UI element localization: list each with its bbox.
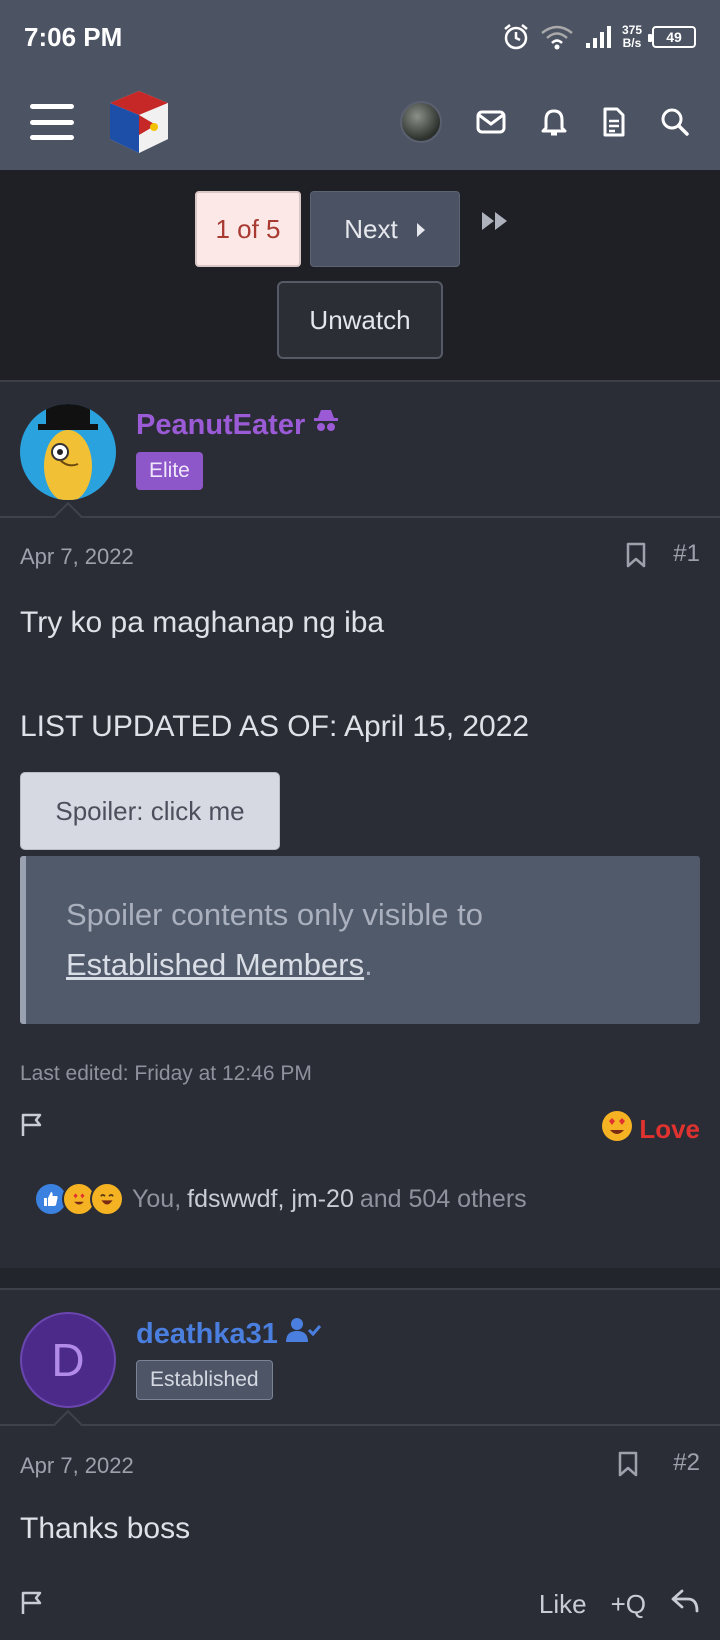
like-button[interactable]: Like (539, 1589, 587, 1620)
incognito-icon (313, 408, 339, 442)
post-1: PeanutEater Elite Apr 7, 2022 #1 Try ko … (0, 380, 720, 1268)
last-edited: Last edited: Friday at 12:46 PM (20, 1062, 312, 1085)
reactions-prefix: You, (132, 1184, 182, 1213)
signal-icon (584, 25, 612, 49)
post-text-line: Thanks boss (20, 1512, 191, 1545)
post-text-line: LIST UPDATED AS OF: April 15, 2022 (20, 710, 530, 743)
love-label: Love (639, 1114, 700, 1144)
avatar[interactable]: D (20, 1312, 116, 1408)
reactions-names[interactable]: fdswwdf, jm-20 (187, 1185, 354, 1214)
spoiler-content: Spoiler contents only visible to Establi… (20, 856, 700, 1024)
post-header: D deathka31 Established (0, 1290, 720, 1426)
post-number[interactable]: #2 (673, 1449, 700, 1477)
bookmark-icon[interactable] (626, 542, 646, 573)
post-header: PeanutEater Elite (0, 382, 720, 518)
spoiler-text: Spoiler contents only visible to (66, 897, 484, 932)
inbox-icon[interactable] (476, 110, 506, 134)
heart-eyes-emoji-icon (601, 1110, 633, 1149)
site-logo[interactable] (104, 87, 174, 157)
alarm-icon (502, 23, 530, 51)
caret-right-icon (416, 214, 426, 245)
bell-icon[interactable] (540, 107, 568, 137)
established-members-link[interactable]: Established Members (66, 947, 364, 982)
user-badge: Established (136, 1360, 273, 1400)
post-date[interactable]: Apr 7, 2022 (20, 1453, 134, 1479)
last-page-icon[interactable] (480, 210, 510, 237)
user-avatar[interactable] (400, 101, 442, 143)
next-label: Next (344, 213, 398, 244)
post-divider (0, 1268, 720, 1288)
laugh-reaction-icon (90, 1182, 124, 1216)
status-time: 7:06 PM (24, 21, 123, 52)
pagination-area: 1 of 5 Next Unwatch (0, 170, 720, 380)
report-flag-icon[interactable] (20, 1590, 46, 1621)
bookmark-icon[interactable] (618, 1451, 638, 1482)
post-text-line: Try ko pa maghanap ng iba (20, 606, 385, 639)
spoiler-button[interactable]: Spoiler: click me (20, 772, 280, 850)
current-page-indicator[interactable]: 1 of 5 (195, 191, 301, 267)
love-reaction-button[interactable]: Love (601, 1110, 700, 1149)
top-nav (0, 74, 720, 170)
battery-icon: 49 (648, 26, 696, 48)
reaction-icons (34, 1182, 124, 1216)
username[interactable]: deathka31 (136, 1316, 322, 1352)
network-speed: 375 B/s (621, 23, 642, 50)
next-page-button[interactable]: Next (310, 191, 460, 267)
reply-icon[interactable] (670, 1588, 700, 1621)
post-2: D deathka31 Established Apr 7, 2022 #2 T… (0, 1288, 720, 1640)
reactions-others[interactable]: and 504 others (360, 1185, 527, 1214)
post-date[interactable]: Apr 7, 2022 (20, 544, 134, 570)
status-bar: 7:06 PM 375 B/s 49 (0, 0, 720, 74)
reactions-summary[interactable]: You, fdswwdf, jm-20 and 504 others (34, 1182, 527, 1216)
search-icon[interactable] (660, 107, 690, 137)
post-number[interactable]: #1 (673, 540, 700, 568)
unwatch-button[interactable]: Unwatch (277, 281, 443, 359)
user-check-icon (285, 1316, 322, 1352)
quote-button[interactable]: +Q (611, 1589, 646, 1620)
post-actions: Like +Q (539, 1588, 700, 1621)
username[interactable]: PeanutEater (136, 408, 339, 442)
user-badge: Elite (136, 452, 203, 490)
status-icons: 375 B/s 49 (502, 23, 696, 51)
report-flag-icon[interactable] (20, 1112, 46, 1143)
avatar[interactable] (20, 404, 116, 500)
wifi-icon (540, 24, 574, 50)
document-icon[interactable] (602, 107, 626, 137)
menu-icon[interactable] (30, 104, 74, 140)
